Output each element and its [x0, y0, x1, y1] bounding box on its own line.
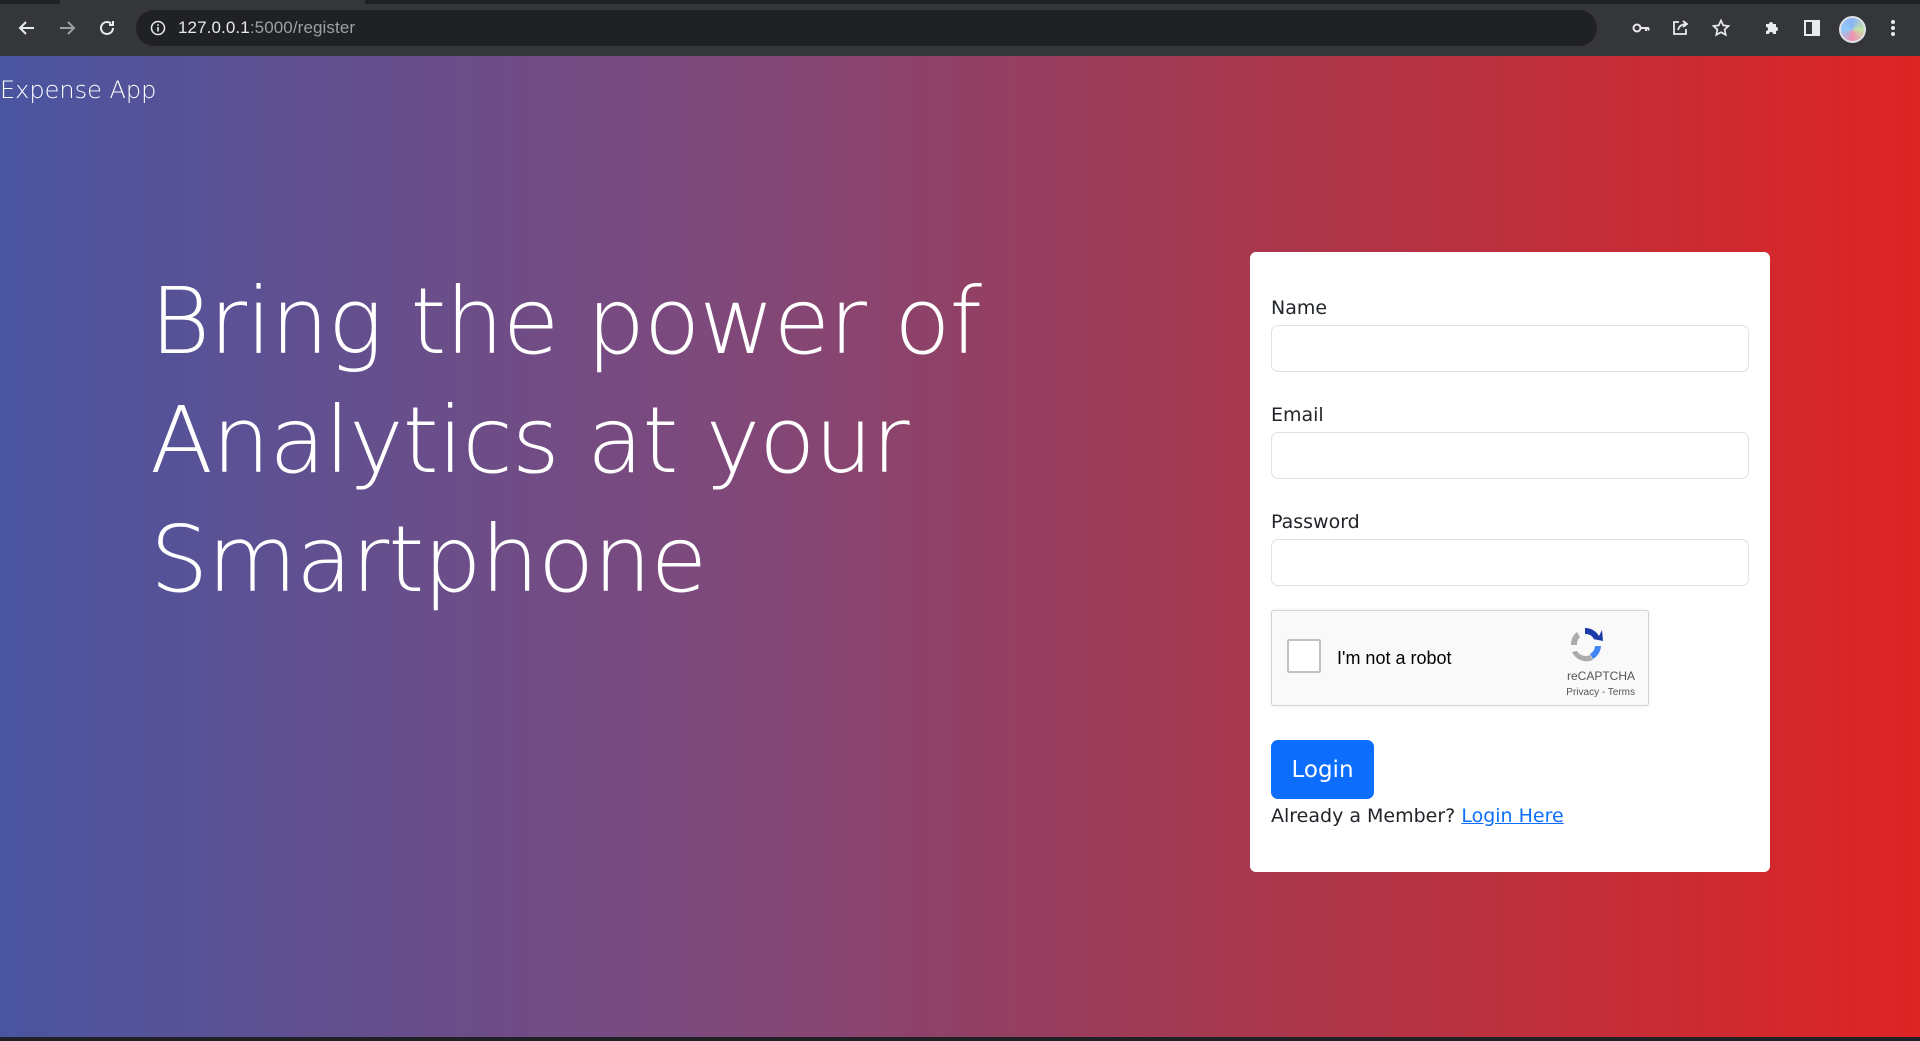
recaptcha-logo-icon — [1564, 623, 1606, 665]
hero-line-2: Analytics at your — [150, 387, 910, 494]
recaptcha-label: I'm not a robot — [1337, 648, 1452, 668]
register-form-card: Name Email Password I'm not a robot reCA… — [1250, 252, 1770, 872]
recaptcha-brand: reCAPTCHA — [1566, 669, 1635, 683]
email-field[interactable] — [1271, 432, 1749, 479]
hero-line-3: Smartphone — [150, 506, 707, 613]
recaptcha-terms-link[interactable]: Privacy - Terms — [1272, 687, 1650, 698]
hero-line-1: Bring the power of — [150, 268, 982, 375]
share-icon[interactable] — [1669, 10, 1691, 46]
address-bar[interactable]: 127.0.0.1:5000/register — [136, 10, 1731, 46]
reload-icon[interactable] — [93, 14, 121, 42]
profile-avatar[interactable] — [1839, 16, 1866, 43]
login-here-link[interactable]: Login Here — [1461, 805, 1563, 827]
password-label: Password — [1271, 511, 1360, 533]
hero-heading: Bring the power of Analytics at your Sma… — [150, 262, 1010, 619]
back-arrow-icon[interactable] — [13, 14, 41, 42]
navbar-brand[interactable]: Expense App — [0, 76, 156, 104]
tab-strip — [0, 0, 1920, 4]
email-label: Email — [1271, 404, 1324, 426]
member-text: Already a Member? — [1271, 805, 1456, 827]
recaptcha-widget: I'm not a robot reCAPTCHA Privacy - Term… — [1271, 610, 1649, 706]
url-path: :5000/register — [249, 18, 356, 37]
url-text[interactable]: 127.0.0.1:5000/register — [178, 18, 355, 38]
name-label: Name — [1271, 297, 1328, 319]
forward-arrow-icon[interactable] — [53, 14, 81, 42]
page-viewport: Expense App Bring the power of Analytics… — [0, 56, 1920, 1037]
browser-toolbar: 127.0.0.1:5000/register — [0, 0, 1920, 56]
recaptcha-checkbox[interactable] — [1287, 639, 1321, 673]
puzzle-icon[interactable] — [1760, 16, 1784, 40]
active-tab[interactable] — [60, 0, 365, 4]
login-button[interactable]: Login — [1271, 740, 1374, 799]
window-bottom-edge — [0, 1037, 1920, 1041]
star-icon[interactable] — [1710, 10, 1732, 46]
kebab-menu-icon[interactable] — [1881, 16, 1905, 40]
name-field[interactable] — [1271, 325, 1749, 372]
key-icon[interactable] — [1630, 10, 1652, 46]
info-icon[interactable] — [150, 20, 166, 36]
url-host: 127.0.0.1 — [178, 18, 250, 37]
member-prompt: Already a Member? Login Here — [1271, 805, 1564, 827]
side-panel-icon[interactable] — [1800, 16, 1824, 40]
password-field[interactable] — [1271, 539, 1749, 586]
